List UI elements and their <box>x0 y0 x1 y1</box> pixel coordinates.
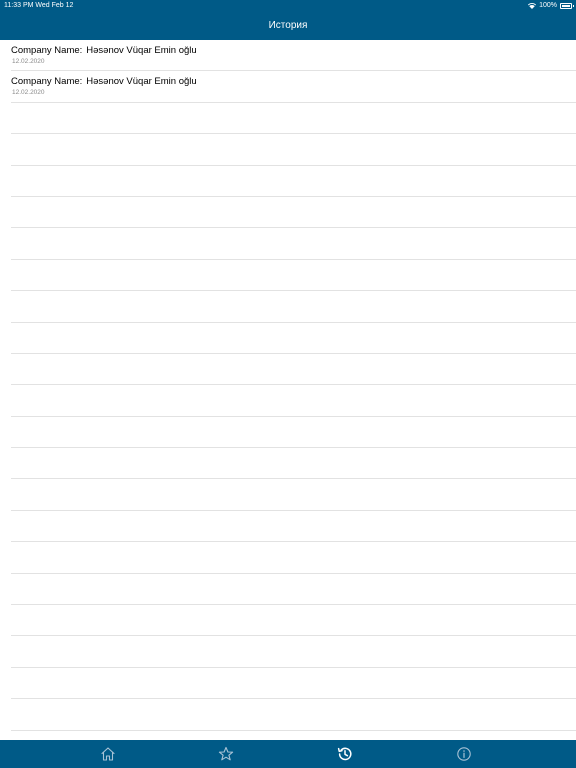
battery-icon <box>560 2 574 9</box>
battery-fill <box>562 4 570 7</box>
empty-row <box>11 103 576 135</box>
company-name-label: Company Name: <box>11 45 83 56</box>
history-icon <box>337 747 352 761</box>
history-item-title: Company Name: Həsənov Vüqar Emin oğlu <box>11 45 197 56</box>
list-item[interactable]: Company Name: Həsənov Vüqar Emin oğlu 12.0… <box>11 40 576 72</box>
list-item[interactable]: Company Name: Həsənov Vüqar Emin oğlu 12.0… <box>11 71 576 103</box>
history-item-date: 12.02.2020 <box>12 58 45 65</box>
history-item-title: Company Name: Həsənov Vüqar Emin oğlu <box>11 76 197 87</box>
empty-row <box>11 354 576 386</box>
page-title: История <box>268 20 308 31</box>
history-item-date: 12.02.2020 <box>12 89 45 97</box>
status-right-group: 100% <box>528 0 574 11</box>
status-time-date: 11:33 PM Wed Feb 12 <box>4 2 74 9</box>
empty-row <box>11 291 576 323</box>
empty-row <box>11 699 576 731</box>
tab-info[interactable] <box>444 740 484 768</box>
empty-row <box>11 134 576 166</box>
empty-row <box>11 511 576 543</box>
status-bar: 11:33 PM Wed Feb 12 100% <box>0 0 576 11</box>
empty-row <box>11 448 576 480</box>
navigation-bar: История <box>0 11 576 40</box>
empty-row <box>11 166 576 197</box>
info-icon <box>457 747 471 761</box>
empty-row <box>11 323 576 354</box>
empty-row <box>11 228 576 260</box>
empty-row <box>11 574 576 606</box>
star-icon <box>218 746 234 761</box>
empty-row <box>11 731 576 740</box>
wifi-icon <box>528 2 537 9</box>
tab-bar <box>0 740 576 768</box>
empty-row <box>11 605 576 637</box>
empty-row <box>11 417 576 449</box>
empty-row <box>11 668 576 700</box>
battery-percent: 100% <box>539 2 557 9</box>
empty-row <box>11 197 576 229</box>
company-name-label: Company Name: <box>11 76 83 88</box>
empty-row <box>11 636 576 668</box>
home-icon <box>101 747 115 761</box>
tab-home[interactable] <box>88 740 128 768</box>
empty-row <box>11 385 576 417</box>
history-list[interactable]: Company Name: Həsənov Vüqar Emin oğlu 12.0… <box>0 40 576 740</box>
empty-row <box>11 479 576 511</box>
empty-row <box>11 260 576 292</box>
tab-history[interactable] <box>325 740 365 768</box>
tab-favorites[interactable] <box>206 740 246 768</box>
company-name-value: Həsənov Vüqar Emin oğlu <box>86 45 197 56</box>
empty-row <box>11 542 576 574</box>
company-name-value: Həsənov Vüqar Emin oğlu <box>86 76 197 88</box>
